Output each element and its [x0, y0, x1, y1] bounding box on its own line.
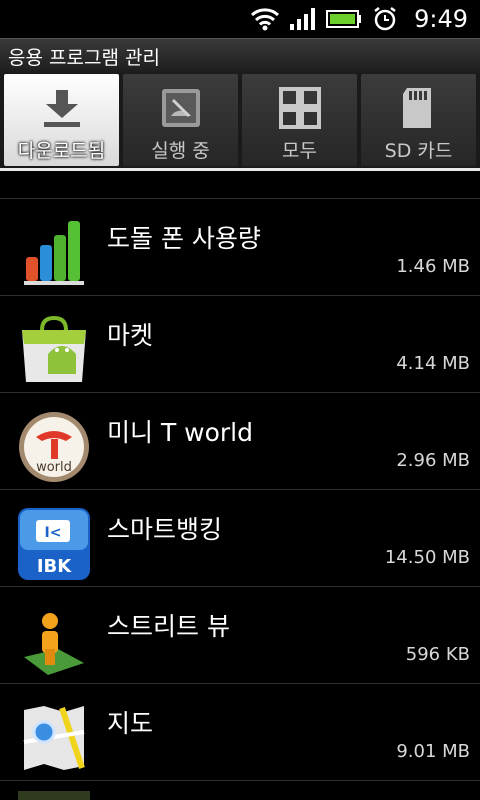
- tab-label: 모두: [282, 140, 317, 162]
- clock: 9:49: [414, 5, 468, 33]
- download-icon: [43, 90, 80, 127]
- app-name: 스트리트 뷰: [107, 612, 230, 641]
- partial-app-icon: [18, 171, 90, 182]
- battery-icon: [326, 10, 362, 28]
- list-item[interactable]: 마켓 4.14 MB: [0, 295, 480, 392]
- android-market-icon: [22, 315, 86, 382]
- tab-bar: 다운로드됨 실행 중 모두 SD 카드: [0, 74, 480, 170]
- app-size: 2.96 MB: [396, 450, 470, 471]
- street-view-icon: [24, 613, 84, 675]
- app-name: 마켓: [107, 321, 154, 350]
- ibk-bank-icon: I< IBK: [18, 508, 90, 580]
- list-item[interactable]: 스트리트 뷰 596 KB: [0, 586, 480, 683]
- app-size: 596 KB: [405, 644, 470, 665]
- page-title: 응용 프로그램 관리: [8, 47, 160, 69]
- list-item[interactable]: I< IBK 스마트뱅킹 14.50 MB: [0, 489, 480, 586]
- app-name: 지도: [107, 709, 154, 738]
- list-item-partial[interactable]: [0, 171, 480, 198]
- app-size: 9.01 MB: [396, 741, 470, 762]
- bar-chart-app-icon: [24, 221, 84, 285]
- wifi-icon: [251, 8, 280, 31]
- app-name: 스마트뱅킹: [107, 515, 223, 544]
- app-list[interactable]: 도돌 폰 사용량 1.46 MB 마켓 4.14 MB world 미니 T w…: [0, 171, 480, 800]
- app-size: 14.50 MB: [384, 547, 470, 568]
- svg-text:world: world: [36, 460, 72, 475]
- alarm-icon: [374, 7, 396, 31]
- list-item[interactable]: 지도 9.01 MB: [0, 683, 480, 780]
- tab-label: 실행 중: [151, 140, 210, 162]
- tab-label: SD 카드: [384, 140, 453, 162]
- t-world-icon: world: [19, 412, 89, 482]
- status-bar: 9:49: [0, 0, 480, 38]
- list-item[interactable]: world 미니 T world 2.96 MB: [0, 392, 480, 489]
- app-size: 1.46 MB: [396, 256, 470, 277]
- app-name: 도돌 폰 사용량: [107, 224, 261, 253]
- signal-icon: [290, 8, 316, 30]
- sd-card-icon: [402, 88, 431, 128]
- tab-label: 다운로드됨: [17, 140, 106, 162]
- tab-sd-card[interactable]: SD 카드: [361, 74, 476, 166]
- list-item-partial-bottom[interactable]: [0, 780, 480, 800]
- title-bar: 응용 프로그램 관리: [0, 38, 480, 74]
- svg-text:I<: I<: [45, 525, 62, 541]
- tab-downloaded[interactable]: 다운로드됨: [4, 74, 119, 166]
- svg-text:IBK: IBK: [37, 556, 72, 577]
- partial-app-icon: [18, 791, 90, 800]
- maps-icon: [23, 706, 85, 770]
- app-size: 4.14 MB: [396, 353, 470, 374]
- list-item[interactable]: 도돌 폰 사용량 1.46 MB: [0, 198, 480, 295]
- grid-icon: [278, 87, 321, 129]
- running-icon: [161, 89, 200, 127]
- tab-running[interactable]: 실행 중: [123, 74, 238, 166]
- tab-all[interactable]: 모두: [242, 74, 357, 166]
- app-name: 미니 T world: [107, 418, 254, 447]
